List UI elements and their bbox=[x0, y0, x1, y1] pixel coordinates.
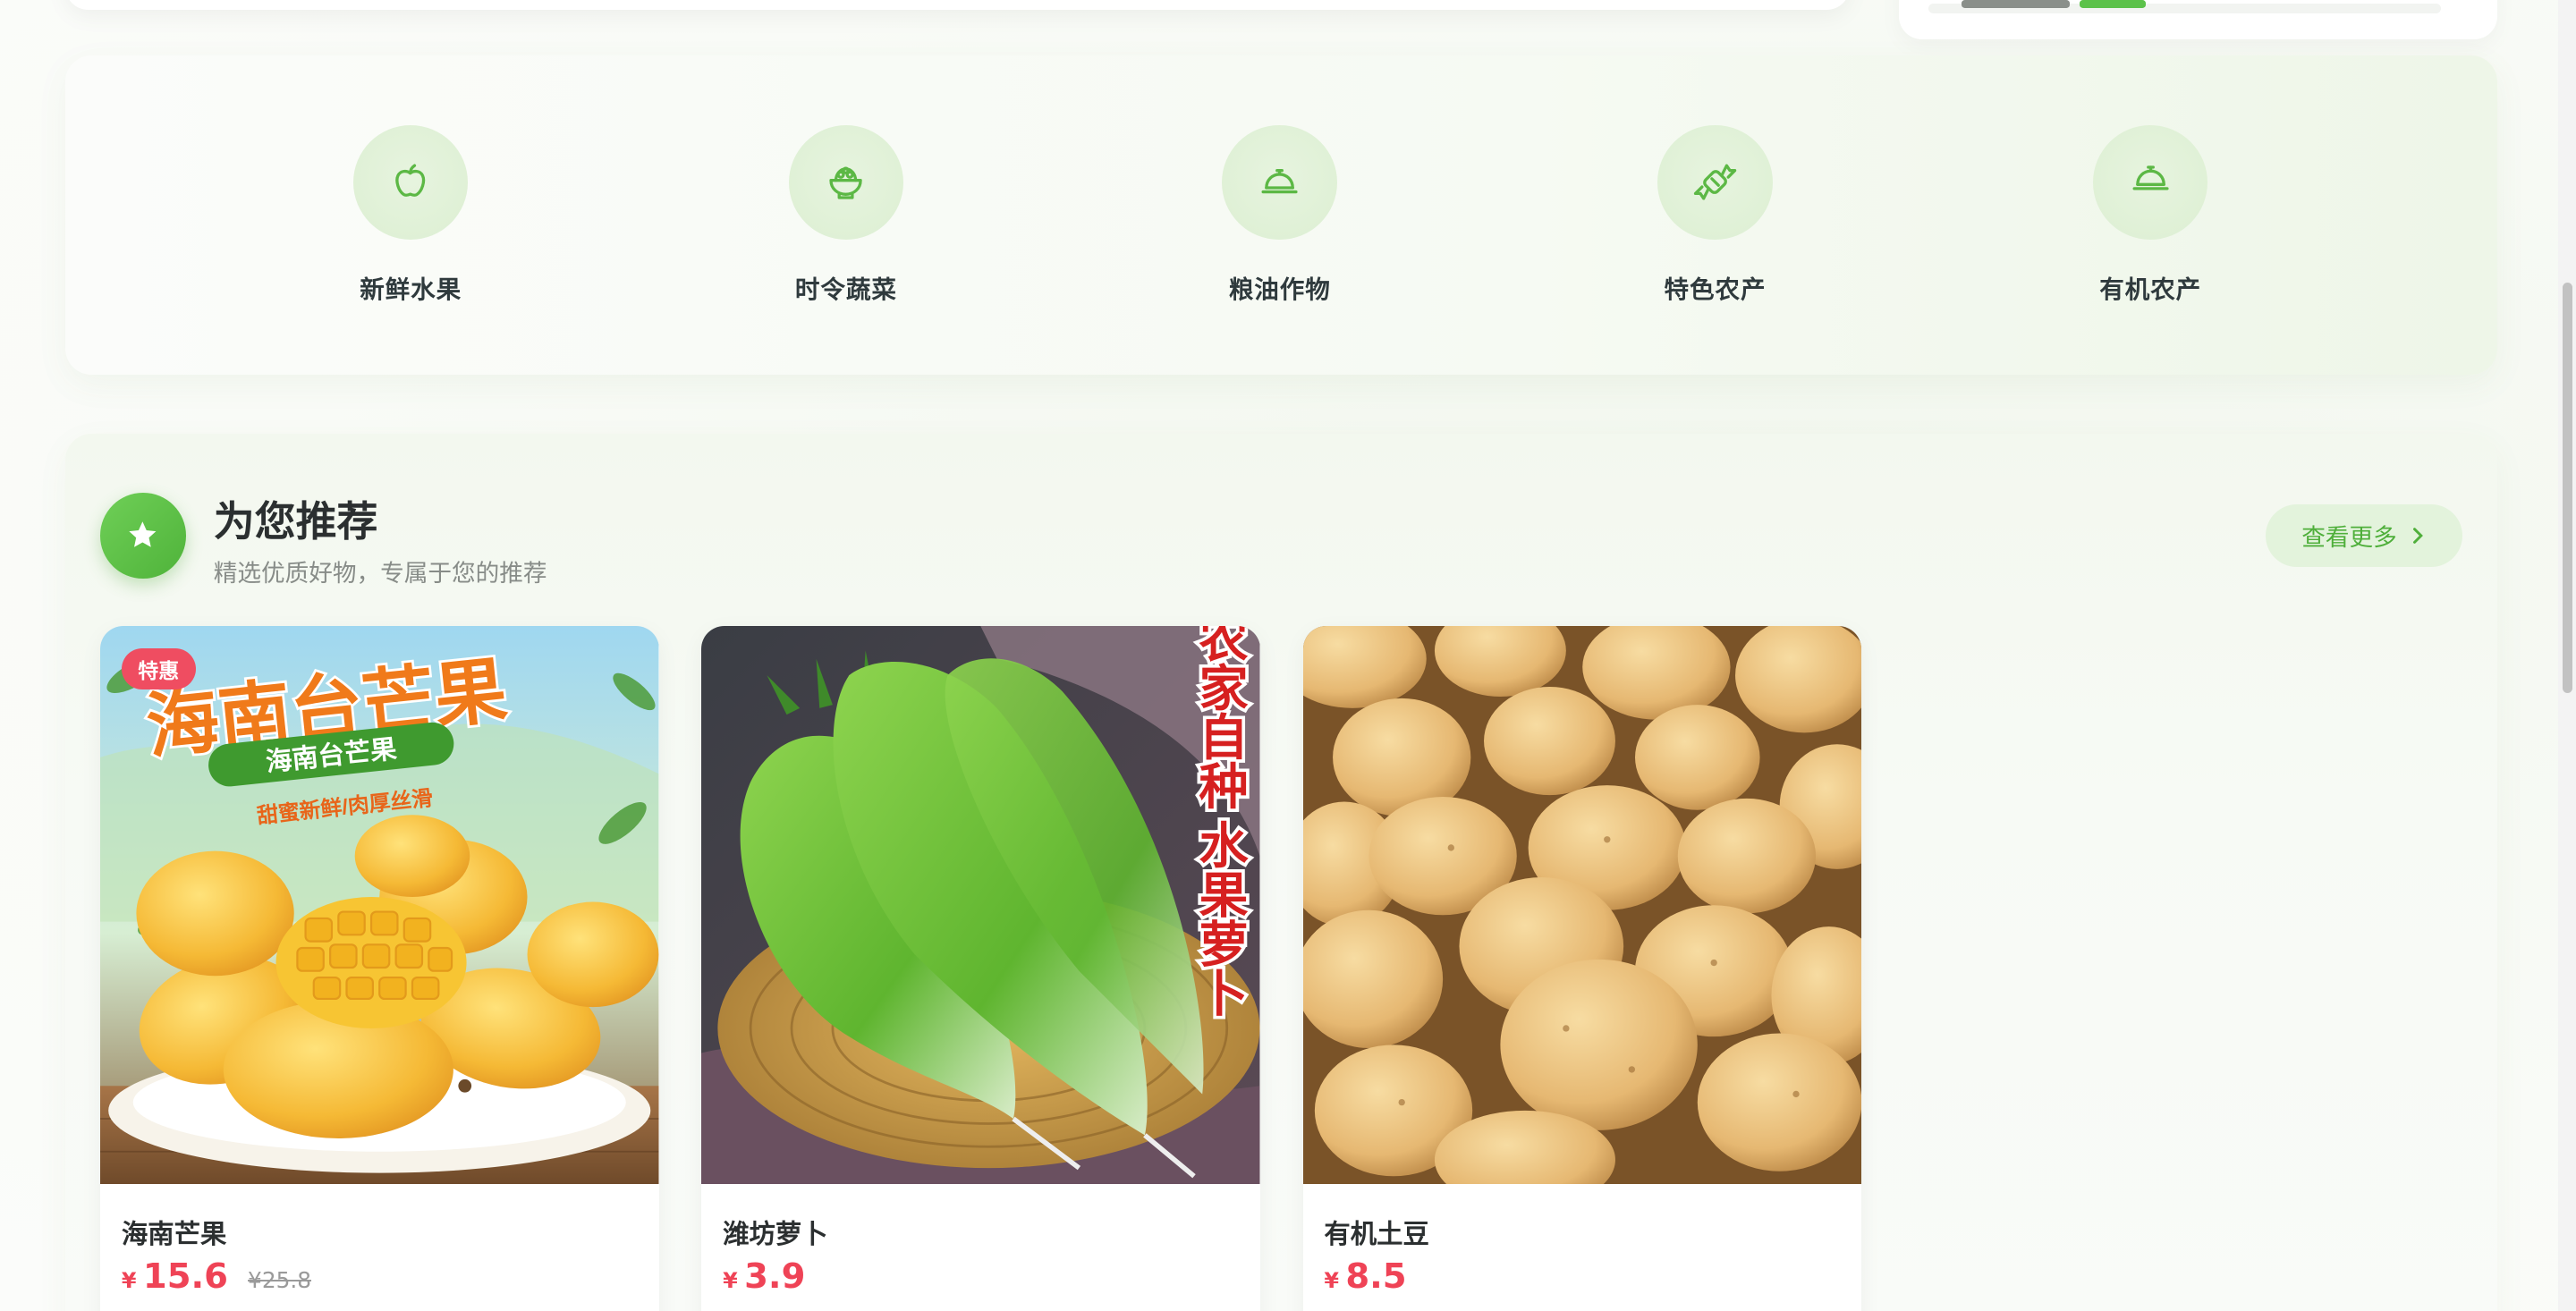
potato-image bbox=[1302, 625, 1861, 1185]
category-icon-circle bbox=[1657, 124, 1773, 241]
product-price: 15.6 bbox=[142, 1256, 229, 1298]
dish-icon bbox=[1261, 169, 1298, 194]
category-specialty[interactable]: 特色农产 bbox=[1616, 124, 1813, 306]
product-image-mango: 海南台芒果 海南台芒果 甜蜜新鲜/肉厚丝滑 特惠 bbox=[100, 625, 659, 1185]
category-label: 粮油作物 bbox=[1228, 275, 1331, 305]
category-icon-circle bbox=[2092, 124, 2208, 241]
mango-image: 海南台芒果 海南台芒果 甜蜜新鲜/肉厚丝滑 bbox=[100, 625, 659, 1185]
chevron-right-icon bbox=[2413, 527, 2424, 544]
category-label: 新鲜水果 bbox=[360, 275, 462, 305]
dish-icon bbox=[2132, 165, 2169, 190]
product-card[interactable]: 海南台芒果 海南台芒果 甜蜜新鲜/肉厚丝滑 特惠 海南芒果 ¥ 15.6 ¥25… bbox=[100, 625, 659, 1311]
original-price: ¥25.8 bbox=[248, 1267, 311, 1294]
svg-text:农家自种: 农家自种 bbox=[1191, 626, 1249, 810]
candy-icon bbox=[1693, 164, 1737, 200]
svg-text:水果萝卜: 水果萝卜 bbox=[1191, 820, 1249, 1017]
category-icon-circle bbox=[352, 124, 469, 241]
top-content-card bbox=[65, 0, 1851, 11]
star-icon bbox=[129, 521, 157, 548]
product-price: 3.9 bbox=[744, 1256, 806, 1298]
radish-image: 农家自种 水果萝卜 bbox=[701, 625, 1260, 1185]
category-icon-circle bbox=[1222, 124, 1338, 241]
currency-symbol: ¥ bbox=[723, 1268, 738, 1294]
price-row: ¥ 3.9 bbox=[723, 1256, 805, 1297]
currency-symbol: ¥ bbox=[1324, 1268, 1339, 1294]
category-label: 特色农产 bbox=[1664, 275, 1767, 305]
section-subtitle: 精选优质好物，专属于您的推荐 bbox=[213, 559, 547, 588]
product-name: 有机土豆 bbox=[1324, 1219, 1429, 1250]
recommend-badge bbox=[100, 493, 186, 579]
category-panel: 新鲜水果 时令蔬菜 粮油作物 特色农产 有机农产 bbox=[65, 55, 2497, 375]
category-icon-circle bbox=[788, 124, 904, 241]
product-price: 8.5 bbox=[1345, 1256, 1407, 1298]
deal-badge: 特惠 bbox=[121, 648, 196, 690]
product-card[interactable]: 有机土豆 ¥ 8.5 bbox=[1302, 625, 1861, 1311]
price-row: ¥ 8.5 bbox=[1324, 1256, 1406, 1297]
view-more-label: 查看更多 bbox=[2301, 524, 2397, 553]
price-row: ¥ 15.6 ¥25.8 bbox=[122, 1256, 311, 1297]
scrollbar-thumb[interactable] bbox=[2563, 282, 2573, 694]
side-card-tag bbox=[1962, 0, 2071, 9]
category-seasonal-vegetables[interactable]: 时令蔬菜 bbox=[748, 124, 945, 306]
product-image-radish: 农家自种 水果萝卜 bbox=[701, 625, 1260, 1185]
bowl-icon bbox=[829, 166, 863, 199]
currency-symbol: ¥ bbox=[121, 1268, 137, 1294]
view-more-button[interactable]: 查看更多 bbox=[2265, 503, 2463, 567]
product-card[interactable]: 农家自种 水果萝卜 潍坊萝卜 ¥ 3.9 bbox=[701, 625, 1260, 1311]
category-organic[interactable]: 有机农产 bbox=[2052, 124, 2249, 306]
category-fresh-fruit[interactable]: 新鲜水果 bbox=[312, 124, 509, 306]
product-name: 潍坊萝卜 bbox=[723, 1219, 828, 1250]
product-name: 海南芒果 bbox=[121, 1219, 227, 1250]
category-label: 有机农产 bbox=[2099, 275, 2202, 305]
side-card-tag-green bbox=[2080, 0, 2146, 9]
top-side-card bbox=[1899, 0, 2497, 40]
page-root: 新鲜水果 时令蔬菜 粮油作物 特色农产 有机农产 为您推荐 精选优质好物，专属于… bbox=[0, 0, 2576, 1311]
category-label: 时令蔬菜 bbox=[794, 275, 897, 305]
apple-icon bbox=[395, 164, 426, 198]
category-grain-oil[interactable]: 粮油作物 bbox=[1182, 124, 1378, 306]
section-title: 为您推荐 bbox=[213, 497, 378, 546]
product-image-potato bbox=[1302, 625, 1861, 1185]
